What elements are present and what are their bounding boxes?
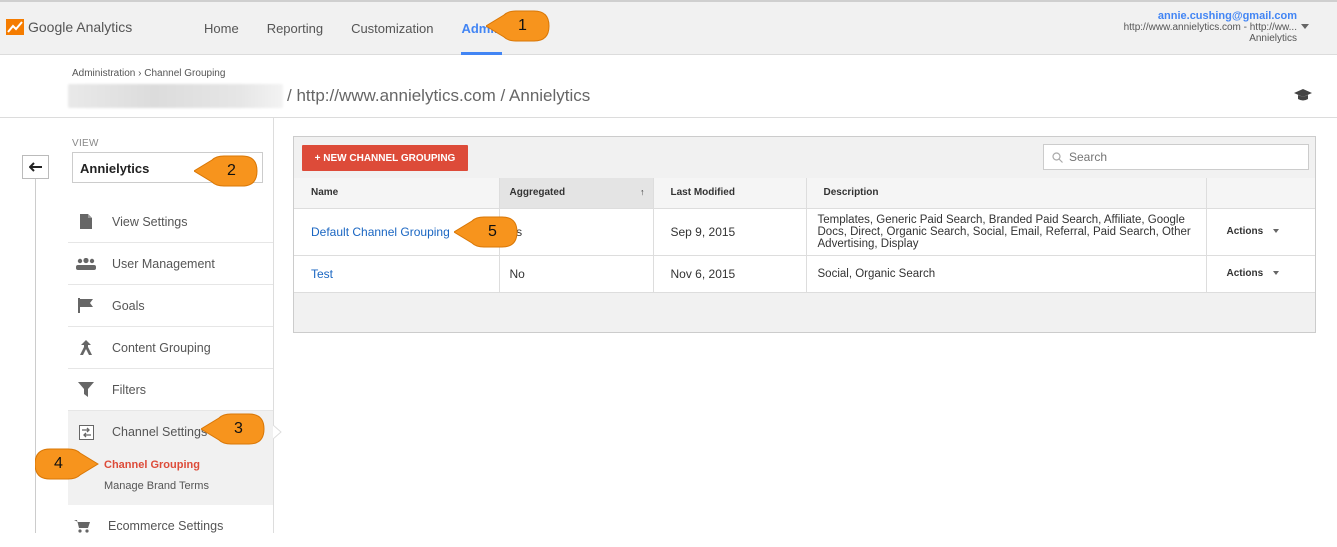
graduation-cap-icon[interactable] [1293, 88, 1313, 102]
view-label: VIEW [72, 138, 99, 149]
last-modified-cell: Sep 9, 2015 [653, 208, 807, 256]
cart-icon [72, 517, 92, 535]
analytics-logo-icon [6, 19, 24, 35]
grouping-name-link[interactable]: Test [294, 255, 500, 293]
callout-2: 2 [194, 155, 258, 187]
admin-menu: View Settings User Management Goals Cont… [68, 201, 273, 547]
account-email: annie.cushing@gmail.com [1157, 10, 1297, 22]
actions-dropdown[interactable]: Actions [1206, 255, 1315, 293]
account-view: Annielytics [1249, 33, 1297, 44]
new-channel-grouping-button[interactable]: + NEW CHANNEL GROUPING [302, 145, 468, 171]
filter-icon [76, 381, 96, 399]
chevron-down-icon [1273, 271, 1280, 276]
channel-settings-icon [76, 423, 96, 441]
sidebar-item-label: User Management [112, 256, 215, 271]
sidebar-subitem-channel-grouping[interactable]: Channel Grouping [104, 455, 273, 476]
active-item-pointer-icon [273, 425, 282, 439]
nav-customization[interactable]: Customization [337, 2, 447, 55]
back-button[interactable] [22, 155, 49, 179]
actions-label: Actions [1226, 226, 1264, 237]
page-title-area: / http://www.annielytics.com / Annielyti… [68, 84, 590, 108]
account-property: http://www.annielytics.com - http://ww..… [1123, 22, 1297, 33]
logo-text: Google Analytics [28, 19, 133, 35]
callout-3: 3 [201, 413, 265, 445]
title-divider [0, 117, 1337, 118]
search-icon [1052, 151, 1063, 163]
sidebar-item-label: View Settings [112, 214, 188, 229]
actions-label: Actions [1226, 268, 1264, 279]
sidebar-subitem-manage-brand-terms[interactable]: Manage Brand Terms [104, 476, 273, 497]
aggregated-cell: es [499, 208, 654, 256]
callout-number: 5 [488, 223, 497, 240]
column-header-aggregated[interactable]: Aggregated ↑ [499, 178, 654, 209]
column-header-description[interactable]: Description [806, 178, 1207, 209]
document-icon [76, 213, 96, 231]
column-header-actions [1206, 178, 1315, 209]
chevron-down-icon[interactable] [1301, 24, 1309, 29]
account-switcher[interactable]: annie.cushing@gmail.com http://www.annie… [1123, 10, 1297, 45]
sidebar-item-label: Channel Settings [112, 425, 208, 439]
top-bar: Google Analytics Home Reporting Customiz… [0, 0, 1337, 55]
actions-dropdown[interactable]: Actions [1206, 208, 1315, 256]
column-header-last-modified[interactable]: Last Modified [653, 178, 807, 209]
sidebar-item-label: Filters [112, 382, 147, 397]
callout-number: 2 [227, 162, 236, 179]
sidebar-item-label: Goals [112, 298, 145, 313]
content-grouping-icon [76, 339, 96, 357]
chevron-down-icon [1273, 229, 1280, 234]
sort-up-icon: ↑ [640, 187, 645, 198]
table-row: Default Channel Grouping es Sep 9, 2015 … [294, 208, 1315, 256]
sidebar-item-view-settings[interactable]: View Settings [68, 201, 273, 243]
description-cell: Social, Organic Search [806, 255, 1207, 293]
nav-home[interactable]: Home [190, 2, 253, 55]
callout-number: 1 [518, 17, 527, 34]
sidebar-item-label: Content Grouping [112, 340, 211, 355]
sidebar-item-goals[interactable]: Goals [68, 285, 273, 327]
table-header-row: Name Aggregated ↑ Last Modified Descript… [294, 178, 1315, 209]
last-modified-cell: Nov 6, 2015 [653, 255, 807, 293]
sidebar-item-content-grouping[interactable]: Content Grouping [68, 327, 273, 369]
sidebar-item-user-management[interactable]: User Management [68, 243, 273, 285]
aggregated-cell: No [499, 255, 654, 293]
logo[interactable]: Google Analytics [6, 19, 132, 35]
nav-reporting[interactable]: Reporting [253, 2, 337, 55]
search-box[interactable] [1043, 144, 1309, 170]
page-title: / http://www.annielytics.com / Annielyti… [287, 86, 591, 105]
sidebar-item-label: Ecommerce Settings [108, 519, 224, 533]
sidebar-divider [273, 118, 274, 533]
table-row: Test No Nov 6, 2015 Social, Organic Sear… [294, 255, 1315, 293]
column-header-label: Aggregated [509, 187, 566, 199]
callout-5: 5 [454, 216, 518, 248]
channel-grouping-table: Name Aggregated ↑ Last Modified Descript… [294, 178, 1315, 293]
callout-number: 4 [54, 455, 63, 472]
sidebar-item-ecommerce-settings[interactable]: Ecommerce Settings [68, 505, 273, 547]
channel-grouping-panel: + NEW CHANNEL GROUPING Name Aggregated ↑… [293, 136, 1316, 333]
flag-icon [76, 297, 96, 315]
redacted-account-name [68, 84, 283, 108]
sidebar-item-filters[interactable]: Filters [68, 369, 273, 411]
column-header-name[interactable]: Name [294, 178, 500, 209]
callout-1: 1 [486, 10, 550, 42]
breadcrumb[interactable]: Administration › Channel Grouping [72, 68, 225, 79]
top-nav: Home Reporting Customization Admin [190, 2, 516, 55]
search-input[interactable] [1069, 150, 1289, 164]
description-cell: Templates, Generic Paid Search, Branded … [806, 208, 1207, 256]
callout-4: 4 [35, 448, 99, 480]
callout-number: 3 [234, 420, 243, 437]
arrow-left-icon [28, 162, 42, 172]
users-icon [76, 255, 96, 273]
